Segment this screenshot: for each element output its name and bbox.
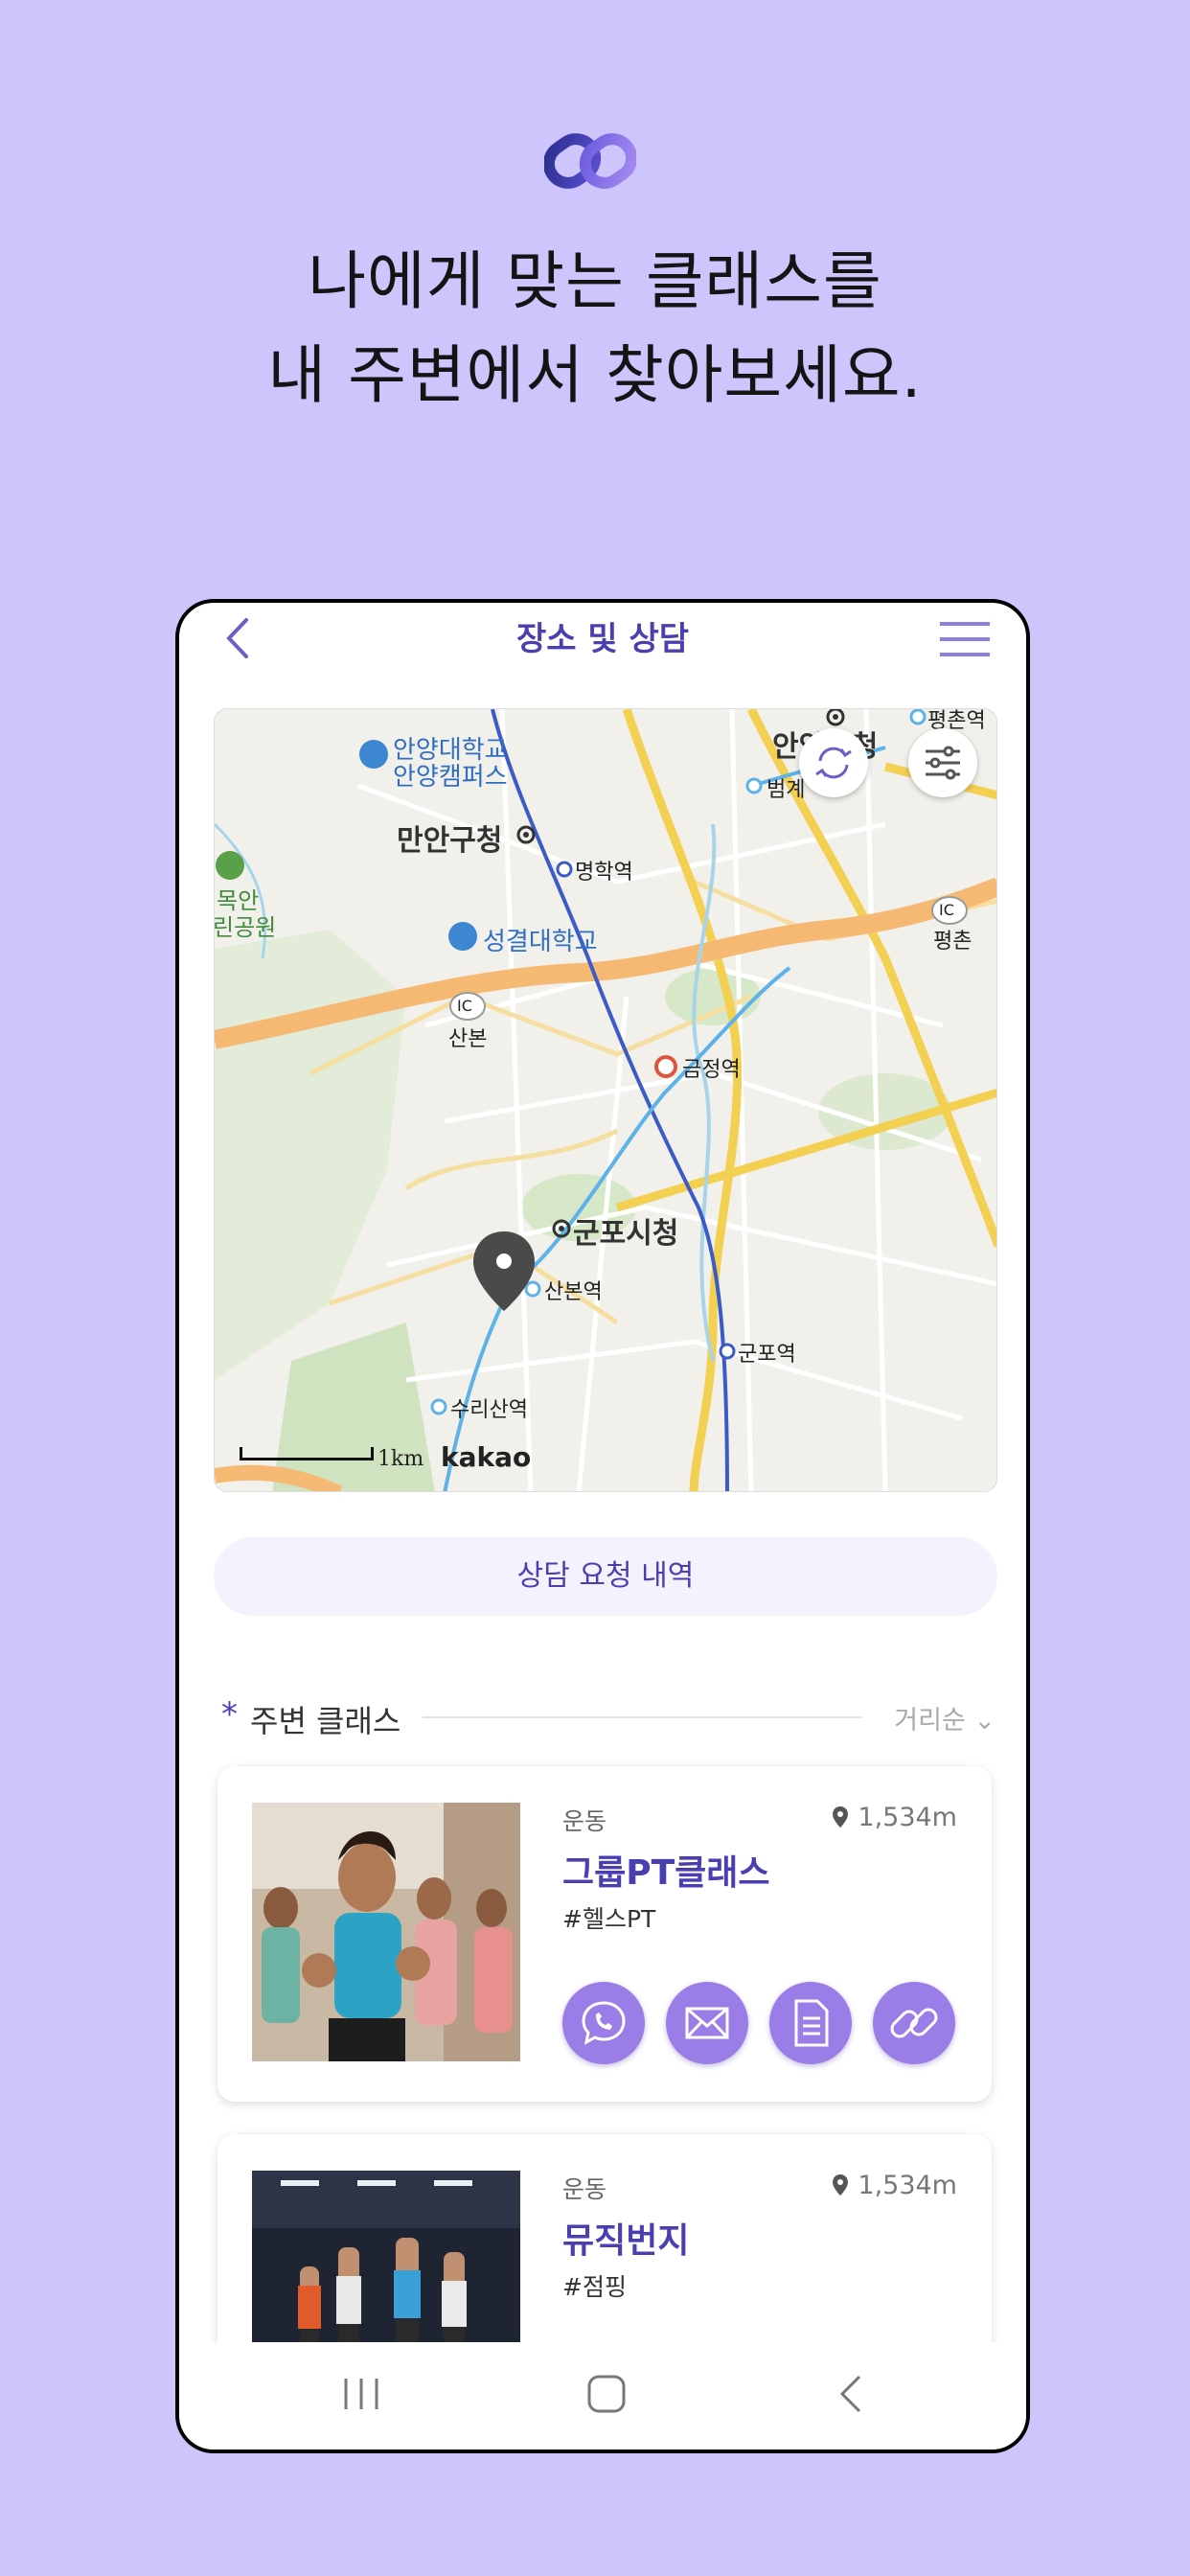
section-star: *	[221, 1695, 238, 1734]
sort-dropdown[interactable]: 거리순 ⌄	[894, 1699, 995, 1736]
map-refresh-button[interactable]	[799, 728, 868, 797]
map-label: 산본	[448, 1027, 488, 1051]
map-label: 평촌	[933, 930, 973, 954]
class-distance-value: 1,534m	[858, 1803, 957, 1832]
map-label: 린공원	[214, 914, 277, 941]
document-button[interactable]	[769, 1982, 852, 2064]
refresh-icon	[815, 747, 852, 779]
system-nav-bar	[179, 2342, 1026, 2450]
map-label: 산본역	[544, 1280, 603, 1304]
class-tag: #헬스PT	[562, 1905, 656, 1933]
map-label: 군포시청	[573, 1217, 679, 1251]
class-thumbnail	[252, 1803, 520, 2061]
map-label: IC	[939, 901, 954, 919]
map-label: 성결대학교	[483, 928, 598, 956]
map-scale-bar	[240, 1447, 374, 1460]
class-distance-value: 1,534m	[858, 2171, 957, 2200]
back-icon[interactable]	[823, 2365, 881, 2423]
map-label: 수리산역	[450, 1398, 528, 1422]
home-icon[interactable]	[578, 2365, 635, 2423]
map-label: 명학역	[575, 861, 633, 885]
map-label: 금정역	[682, 1058, 741, 1082]
map-label: 만안구청	[397, 824, 503, 858]
call-button[interactable]	[562, 1982, 645, 2064]
map-filter-button[interactable]	[908, 728, 977, 797]
sliders-icon	[926, 746, 960, 780]
location-pin-icon	[832, 1806, 848, 1828]
app-header: 장소 및 상담	[179, 603, 1026, 670]
class-category: 운동	[562, 1807, 607, 1835]
page-title: 장소 및 상담	[515, 620, 690, 658]
class-distance: 1,534m	[831, 1803, 957, 1832]
map-label: 군포역	[738, 1343, 796, 1367]
hero-headline-line1: 나에게 맞는 클래스를	[308, 244, 882, 318]
hamburger-menu-icon[interactable]	[938, 620, 992, 658]
link-icon	[890, 2008, 938, 2038]
class-distance: 1,534m	[831, 2171, 957, 2200]
map-label: IC	[457, 997, 472, 1015]
class-name[interactable]: 그룹PT클래스	[562, 1845, 770, 1895]
section-divider	[423, 1716, 861, 1718]
class-name[interactable]: 뮤직번지	[562, 2213, 689, 2263]
recent-apps-icon[interactable]	[332, 2365, 390, 2423]
map-view[interactable]: 안양대학교 안양캠퍼스 안양시청 평촌역 범계 만안구청 명학역 목안 린공원 …	[214, 708, 997, 1492]
phone-frame: 장소 및 상담 안양대학교 안양캠퍼스 평촌역 범계 만안구청 명학역 목안 린…	[175, 599, 1030, 2453]
map-base	[215, 709, 996, 1491]
map-label: 안양캠퍼스	[393, 763, 508, 792]
hero-headline-line2: 내 주변에서 찾아보세요.	[267, 338, 923, 412]
class-card[interactable]: 운동 1,534m 그룹PT클래스 #헬스PT	[217, 1766, 992, 2102]
link-button[interactable]	[873, 1982, 955, 2064]
map-scale-label: 1km	[378, 1447, 424, 1471]
section-header: * 주변 클래스 거리순 ⌄	[221, 1695, 995, 1739]
location-pin-icon	[832, 2174, 848, 2196]
consult-history-button[interactable]: 상담 요청 내역	[214, 1537, 997, 1616]
mail-button[interactable]	[666, 1982, 748, 2064]
class-category: 운동	[562, 2175, 607, 2203]
section-title: 주변 클래스	[250, 1703, 401, 1739]
document-icon	[794, 1999, 829, 2047]
chain-link-logo-icon	[544, 133, 636, 189]
class-tag: #점핑	[562, 2273, 627, 2301]
phone-icon	[582, 2001, 626, 2045]
map-brand-logo: kakao	[441, 1441, 532, 1473]
mail-icon	[685, 2007, 729, 2039]
